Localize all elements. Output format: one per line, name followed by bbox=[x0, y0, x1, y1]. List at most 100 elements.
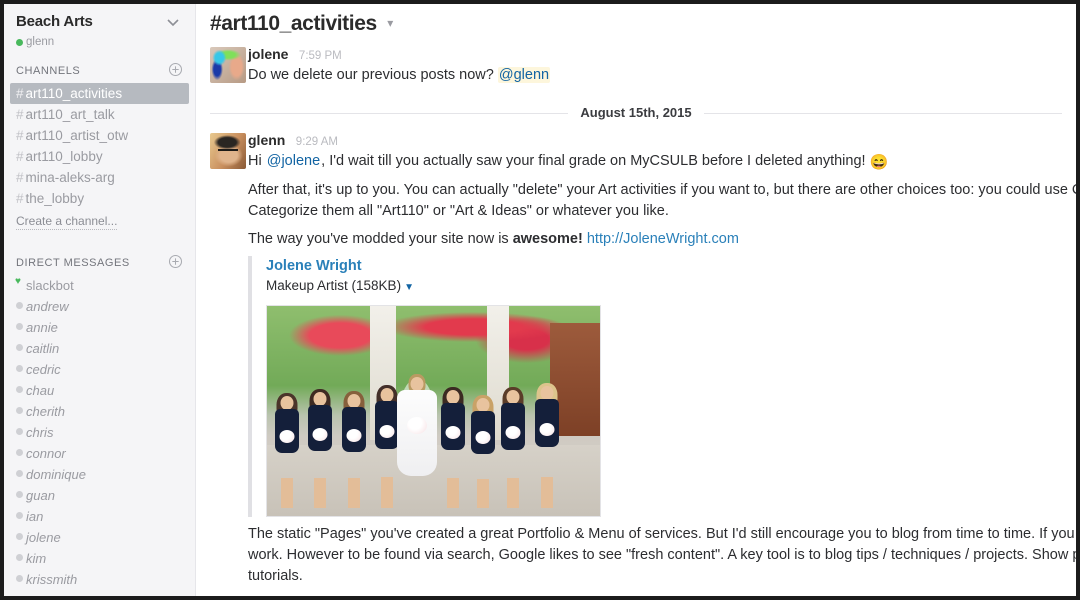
date-divider-label: August 15th, 2015 bbox=[568, 105, 704, 120]
sidebar-dm-cherith[interactable]: cherith bbox=[4, 401, 195, 422]
sidebar-dm-dominique[interactable]: dominique bbox=[4, 464, 195, 485]
message-list: jolene 7:59 PM Do we delete our previous… bbox=[196, 42, 1076, 591]
attachment-image[interactable] bbox=[266, 305, 601, 517]
sidebar-dm-krissmith[interactable]: krissmith bbox=[4, 569, 195, 590]
sidebar-channel-art110_activities[interactable]: # art110_activities bbox=[10, 83, 189, 104]
photo-legs bbox=[280, 477, 293, 508]
channel-label: mina-aleks-arg bbox=[25, 170, 115, 185]
photo-bouquet bbox=[346, 429, 362, 443]
avatar[interactable] bbox=[210, 133, 246, 169]
presence-online-icon bbox=[16, 39, 23, 46]
plus-circle-icon[interactable] bbox=[168, 62, 183, 77]
sidebar-channel-art110_artist_otw[interactable]: # art110_artist_otw bbox=[4, 125, 195, 146]
channel-header[interactable]: #art110_activities ▾ bbox=[196, 4, 1076, 38]
message-header: glenn 9:29 AM bbox=[248, 132, 1068, 151]
sidebar-dm-cedric[interactable]: cedric bbox=[4, 359, 195, 380]
chevron-down-icon[interactable] bbox=[165, 14, 181, 30]
mention-jolene[interactable]: @jolene bbox=[266, 153, 321, 169]
sidebar-dm-slackbot[interactable]: ♥ slackbot bbox=[4, 275, 195, 296]
link-jolenewright[interactable]: http://JoleneWright.com bbox=[587, 231, 739, 247]
sidebar-dm-caitlin[interactable]: caitlin bbox=[4, 338, 195, 359]
dm-section-header: DIRECT MESSAGES bbox=[4, 254, 195, 271]
team-name: Beach Arts bbox=[16, 13, 93, 30]
photo-bouquet bbox=[539, 422, 555, 436]
message-author[interactable]: glenn bbox=[248, 132, 285, 148]
glasses-icon bbox=[217, 148, 239, 155]
dm-label: andrew bbox=[26, 299, 69, 314]
hash-icon: # bbox=[16, 149, 24, 164]
dm-list: ♥ slackbot andrew annie caitlin cedric c… bbox=[4, 275, 195, 590]
sidebar-dm-ian[interactable]: ian bbox=[4, 506, 195, 527]
sidebar-dm-chris[interactable]: chris bbox=[4, 422, 195, 443]
attachment-subtitle: Makeup Artist (158KB) ▼ bbox=[266, 276, 1068, 297]
photo-legs bbox=[540, 476, 553, 508]
dm-label: cedric bbox=[26, 362, 61, 377]
photo-bouquet bbox=[312, 428, 328, 442]
photo-bouquet bbox=[379, 424, 395, 438]
presence-away-icon bbox=[16, 554, 23, 561]
photo-head bbox=[280, 396, 294, 411]
presence-away-icon bbox=[16, 449, 23, 456]
channel-list: # art110_activities # art110_art_talk # art… bbox=[4, 83, 195, 209]
current-user-label: glenn bbox=[26, 36, 55, 48]
hash-icon: # bbox=[16, 170, 24, 185]
caret-down-icon[interactable]: ▼ bbox=[404, 282, 414, 293]
message-body: Do we delete our previous posts now? @gl… bbox=[248, 65, 1068, 86]
sidebar-dm-jolene[interactable]: jolene bbox=[4, 527, 195, 548]
team-header[interactable]: Beach Arts bbox=[4, 4, 195, 33]
attachment-title[interactable]: Jolene Wright bbox=[266, 256, 1068, 276]
channels-header-label: CHANNELS bbox=[16, 65, 81, 77]
message-author[interactable]: jolene bbox=[248, 46, 288, 62]
message-paragraph-1: Hi @jolene, I'd wait till you actually s… bbox=[248, 151, 1068, 173]
presence-away-icon bbox=[16, 365, 23, 372]
photo-legs bbox=[314, 477, 327, 508]
hash-icon: # bbox=[16, 107, 24, 122]
dm-label: caitlin bbox=[26, 341, 60, 356]
main-panel: #art110_activities ▾ jolene 7:59 PM Do w… bbox=[196, 4, 1076, 596]
message-jolene: jolene 7:59 PM Do we delete our previous… bbox=[196, 42, 1076, 90]
dm-label: jolene bbox=[26, 530, 61, 545]
sidebar-dm-annie[interactable]: annie bbox=[4, 317, 195, 338]
dm-header-label: DIRECT MESSAGES bbox=[16, 257, 130, 269]
message-paragraph-4: The static "Pages" you've created a grea… bbox=[248, 526, 1076, 584]
presence-away-icon bbox=[16, 302, 23, 309]
sidebar-channel-art110_lobby[interactable]: # art110_lobby bbox=[4, 146, 195, 167]
sidebar-dm-guan[interactable]: guan bbox=[4, 485, 195, 506]
presence-away-icon bbox=[16, 428, 23, 435]
message-header: jolene 7:59 PM bbox=[248, 46, 1068, 65]
channel-label: art110_art_talk bbox=[25, 107, 115, 122]
sidebar-channel-the_lobby[interactable]: # the_lobby bbox=[4, 188, 195, 209]
sidebar-channel-art110_art_talk[interactable]: # art110_art_talk bbox=[4, 104, 195, 125]
photo-bouquet bbox=[445, 426, 461, 440]
sidebar-dm-kim[interactable]: kim bbox=[4, 548, 195, 569]
photo-head bbox=[540, 385, 554, 400]
photo-legs bbox=[347, 477, 360, 508]
create-channel-link[interactable]: Create a channel... bbox=[4, 209, 195, 231]
photo-head bbox=[347, 394, 361, 409]
dm-label: annie bbox=[26, 320, 58, 335]
text-segment: The way you've modded your site now is bbox=[248, 231, 513, 247]
channel-label: art110_lobby bbox=[25, 149, 103, 164]
presence-away-icon bbox=[16, 344, 23, 351]
channel-label: art110_activities bbox=[25, 86, 123, 101]
jolene-avatar-image bbox=[210, 47, 246, 83]
presence-away-icon bbox=[16, 323, 23, 330]
page-title: art110_activities bbox=[221, 12, 377, 35]
sidebar-channel-mina-aleks-arg[interactable]: # mina-aleks-arg bbox=[4, 167, 195, 188]
photo-bouquet bbox=[279, 430, 295, 444]
photo-legs bbox=[477, 478, 490, 508]
presence-away-icon bbox=[16, 407, 23, 414]
chevron-down-icon[interactable]: ▾ bbox=[387, 16, 393, 30]
message-glenn: glenn 9:29 AM Hi @jolene, I'd wait till … bbox=[196, 128, 1076, 591]
sidebar-dm-andrew[interactable]: andrew bbox=[4, 296, 195, 317]
message-text: Do we delete our previous posts now? bbox=[248, 67, 498, 83]
channel-label: art110_artist_otw bbox=[25, 128, 129, 143]
current-user[interactable]: glenn bbox=[4, 33, 195, 50]
mention-glenn[interactable]: @glenn bbox=[497, 67, 551, 83]
text-emphasis: awesome! bbox=[512, 231, 583, 247]
sidebar-dm-chau[interactable]: chau bbox=[4, 380, 195, 401]
sidebar-dm-connor[interactable]: connor bbox=[4, 443, 195, 464]
avatar[interactable] bbox=[210, 47, 246, 83]
dm-label: dominique bbox=[26, 467, 86, 482]
plus-circle-icon[interactable] bbox=[168, 254, 183, 269]
